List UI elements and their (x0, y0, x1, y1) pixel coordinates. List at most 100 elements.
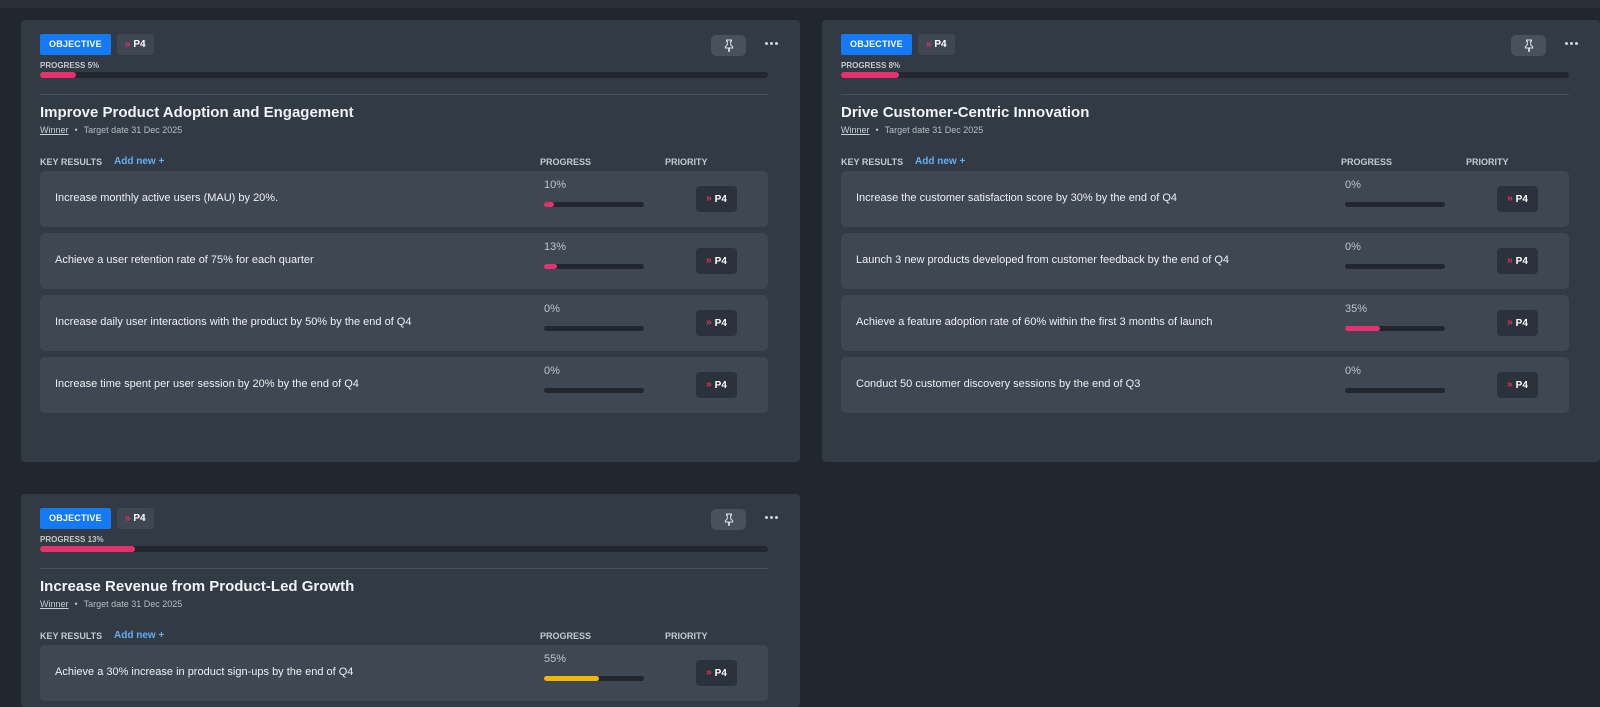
dot (769, 41, 773, 45)
priority-label: P4 (133, 39, 146, 50)
objective-title[interactable]: Increase Revenue from Product-Led Growth (40, 578, 354, 595)
priority-badge[interactable]: » P4 (116, 34, 154, 55)
key-result-progress-bar (1345, 326, 1445, 331)
key-results-label: KEY RESULTS (841, 157, 904, 167)
key-result-priority-badge[interactable]: » P4 (696, 372, 737, 398)
badge-row: OBJECTIVE » P4 (40, 34, 154, 55)
priority-label: P4 (934, 39, 947, 50)
key-result-priority-badge[interactable]: » P4 (696, 248, 737, 274)
chevron-double-down-icon: » (1507, 193, 1513, 204)
key-result-row[interactable]: Achieve a user retention rate of 75% for… (40, 233, 768, 289)
key-result-row[interactable]: Increase time spent per user session by … (40, 357, 768, 413)
pin-button[interactable] (1511, 35, 1546, 56)
chevron-double-down-icon: » (124, 38, 131, 50)
dot (764, 41, 768, 45)
key-result-progress-bar (1345, 264, 1445, 269)
priority-label: P4 (1515, 379, 1528, 391)
top-strip (0, 0, 1600, 8)
key-result-row[interactable]: Launch 3 new products developed from cus… (841, 233, 1569, 289)
key-result-priority-badge[interactable]: » P4 (1497, 310, 1538, 336)
objective-title[interactable]: Improve Product Adoption and Engagement (40, 104, 354, 121)
key-result-row[interactable]: Increase the customer satisfaction score… (841, 171, 1569, 227)
key-results-list: Achieve a 30% increase in product sign-u… (40, 645, 768, 707)
objective-progress-fill (841, 72, 900, 78)
priority-label: P4 (714, 667, 727, 679)
owner-link[interactable]: Winner (40, 125, 69, 135)
objective-progress-label: PROGRESS 13% (40, 535, 104, 544)
key-result-priority-badge[interactable]: » P4 (696, 660, 737, 686)
owner-link[interactable]: Winner (40, 599, 69, 609)
key-result-percent: 13% (544, 241, 567, 253)
key-result-text: Increase monthly active users (MAU) by 2… (55, 192, 279, 204)
dot (1564, 41, 1568, 45)
priority-label: P4 (714, 255, 727, 267)
key-result-priority-badge[interactable]: » P4 (1497, 186, 1538, 212)
objective-meta: Winner • Target date 31 Dec 2025 (40, 599, 182, 609)
dot (774, 515, 778, 519)
priority-label: P4 (1515, 317, 1528, 329)
pin-button[interactable] (711, 35, 746, 56)
objective-card: OBJECTIVE » P4 PROGRESS 13% Increase Rev… (21, 494, 800, 707)
add-new-key-result-button[interactable]: Add new + (915, 156, 965, 167)
priority-badge[interactable]: » P4 (917, 34, 955, 55)
add-new-key-result-button[interactable]: Add new + (114, 630, 164, 641)
key-result-priority-badge[interactable]: » P4 (696, 186, 737, 212)
badge-row: OBJECTIVE » P4 (841, 34, 955, 55)
key-result-progress-bar (544, 326, 644, 331)
key-result-priority-badge[interactable]: » P4 (696, 310, 737, 336)
objective-meta: Winner • Target date 31 Dec 2025 (841, 125, 983, 135)
key-result-text: Increase the customer satisfaction score… (856, 192, 1178, 204)
dot (1574, 41, 1578, 45)
chevron-double-down-icon: » (1507, 317, 1513, 328)
key-result-percent: 0% (544, 303, 560, 315)
priority-badge[interactable]: » P4 (116, 508, 154, 529)
objective-progress-bar (40, 546, 768, 552)
chevron-double-down-icon: » (124, 512, 131, 524)
key-result-percent: 0% (1345, 179, 1361, 191)
key-result-row[interactable]: Increase monthly active users (MAU) by 2… (40, 171, 768, 227)
key-result-row[interactable]: Achieve a feature adoption rate of 60% w… (841, 295, 1569, 351)
target-date: Target date 31 Dec 2025 (83, 125, 183, 135)
key-result-priority-badge[interactable]: » P4 (1497, 248, 1538, 274)
priority-label: P4 (714, 317, 727, 329)
key-result-priority-badge[interactable]: » P4 (1497, 372, 1538, 398)
more-options-button[interactable] (760, 508, 782, 526)
key-results-header: KEY RESULTS Add new + PROGRESS PRIORITY (40, 630, 768, 643)
target-date: Target date 31 Dec 2025 (83, 599, 183, 609)
more-options-button[interactable] (760, 34, 782, 52)
owner-link[interactable]: Winner (841, 125, 870, 135)
objective-badge: OBJECTIVE (40, 34, 111, 55)
divider (841, 94, 1569, 95)
chevron-double-down-icon: » (706, 667, 712, 678)
key-result-text: Achieve a 30% increase in product sign-u… (55, 666, 354, 678)
key-result-text: Increase time spent per user session by … (55, 378, 359, 390)
chevron-double-down-icon: » (706, 255, 712, 266)
chevron-double-down-icon: » (1507, 379, 1513, 390)
add-new-key-result-button[interactable]: Add new + (114, 156, 164, 167)
target-date: Target date 31 Dec 2025 (884, 125, 984, 135)
pin-button[interactable] (711, 509, 746, 530)
chevron-double-down-icon: » (706, 379, 712, 390)
key-results-label: KEY RESULTS (40, 631, 103, 641)
bullet: • (74, 599, 78, 609)
key-result-progress-fill (1345, 326, 1380, 331)
key-result-row[interactable]: Increase daily user interactions with th… (40, 295, 768, 351)
divider (40, 94, 768, 95)
objective-card: OBJECTIVE » P4 PROGRESS 8% Drive Custome… (822, 20, 1600, 462)
progress-column-header: PROGRESS (1341, 157, 1393, 167)
dot (774, 41, 778, 45)
priority-label: P4 (1515, 255, 1528, 267)
key-result-progress-bar (544, 676, 644, 681)
key-result-text: Increase daily user interactions with th… (55, 316, 412, 328)
objective-card: OBJECTIVE » P4 PROGRESS 5% Improve Produ… (21, 20, 800, 462)
priority-label: P4 (714, 379, 727, 391)
objective-title[interactable]: Drive Customer-Centric Innovation (841, 104, 1089, 121)
dot (764, 515, 768, 519)
more-options-button[interactable] (1560, 34, 1582, 52)
key-result-row[interactable]: Conduct 50 customer discovery sessions b… (841, 357, 1569, 413)
key-result-percent: 0% (1345, 241, 1361, 253)
key-result-row[interactable]: Achieve a 30% increase in product sign-u… (40, 645, 768, 701)
objective-progress-bar (40, 72, 768, 78)
key-result-progress-bar (544, 264, 644, 269)
progress-column-header: PROGRESS (540, 157, 592, 167)
